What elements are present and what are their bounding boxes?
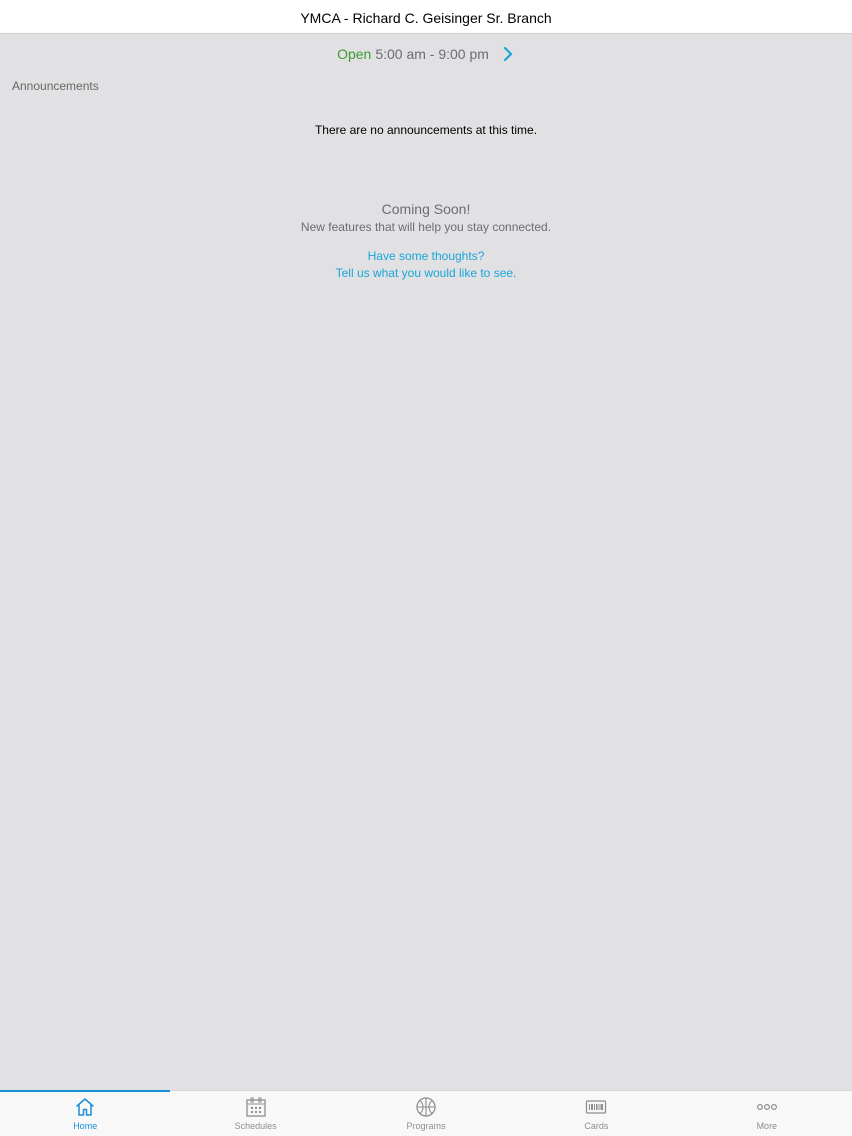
tab-home-label: Home xyxy=(73,1121,98,1131)
empty-announcements-message: There are no announcements at this time. xyxy=(314,123,538,137)
navigation-bar: YMCA - Richard C. Geisinger Sr. Branch xyxy=(0,0,852,34)
tab-more-label: More xyxy=(756,1121,778,1131)
page-title: YMCA - Richard C. Geisinger Sr. Branch xyxy=(300,9,552,26)
announcements-heading: Announcements xyxy=(12,79,99,93)
tab-schedules[interactable]: Schedules xyxy=(170,1091,340,1136)
open-status: Open xyxy=(337,46,372,62)
app-screen: YMCA - Richard C. Geisinger Sr. Branch O… xyxy=(0,0,852,1136)
tab-programs[interactable]: Programs xyxy=(341,1091,511,1136)
coming-soon-block: Coming Soon! New features that will help… xyxy=(0,200,852,236)
chevron-right-icon[interactable] xyxy=(501,46,515,62)
feedback-link-line1[interactable]: Have some thoughts? xyxy=(0,248,852,265)
tab-schedules-label: Schedules xyxy=(234,1121,277,1131)
coming-soon-subtitle: New features that will help you stay con… xyxy=(300,220,552,234)
basketball-icon xyxy=(416,1097,436,1117)
more-dots-icon xyxy=(756,1104,777,1111)
feedback-link-line2[interactable]: Tell us what you would like to see. xyxy=(0,265,852,282)
coming-soon-title: Coming Soon! xyxy=(381,201,471,217)
tab-home[interactable]: Home xyxy=(0,1090,171,1136)
barcode-card-icon xyxy=(586,1100,607,1114)
tab-more[interactable]: More xyxy=(682,1091,852,1136)
tab-cards-label: Cards xyxy=(584,1121,609,1131)
calendar-icon xyxy=(245,1097,266,1117)
hours-range: 5:00 am - 9:00 pm xyxy=(375,46,489,62)
hours-row[interactable]: Open 5:00 am - 9:00 pm xyxy=(0,46,852,62)
home-icon xyxy=(76,1098,94,1116)
tab-cards[interactable]: Cards xyxy=(511,1091,681,1136)
tab-bar: Home Schedules Programs Cards More xyxy=(0,1090,852,1136)
feedback-link[interactable]: Have some thoughts? Tell us what you wou… xyxy=(0,248,852,282)
tab-programs-label: Programs xyxy=(406,1121,446,1131)
